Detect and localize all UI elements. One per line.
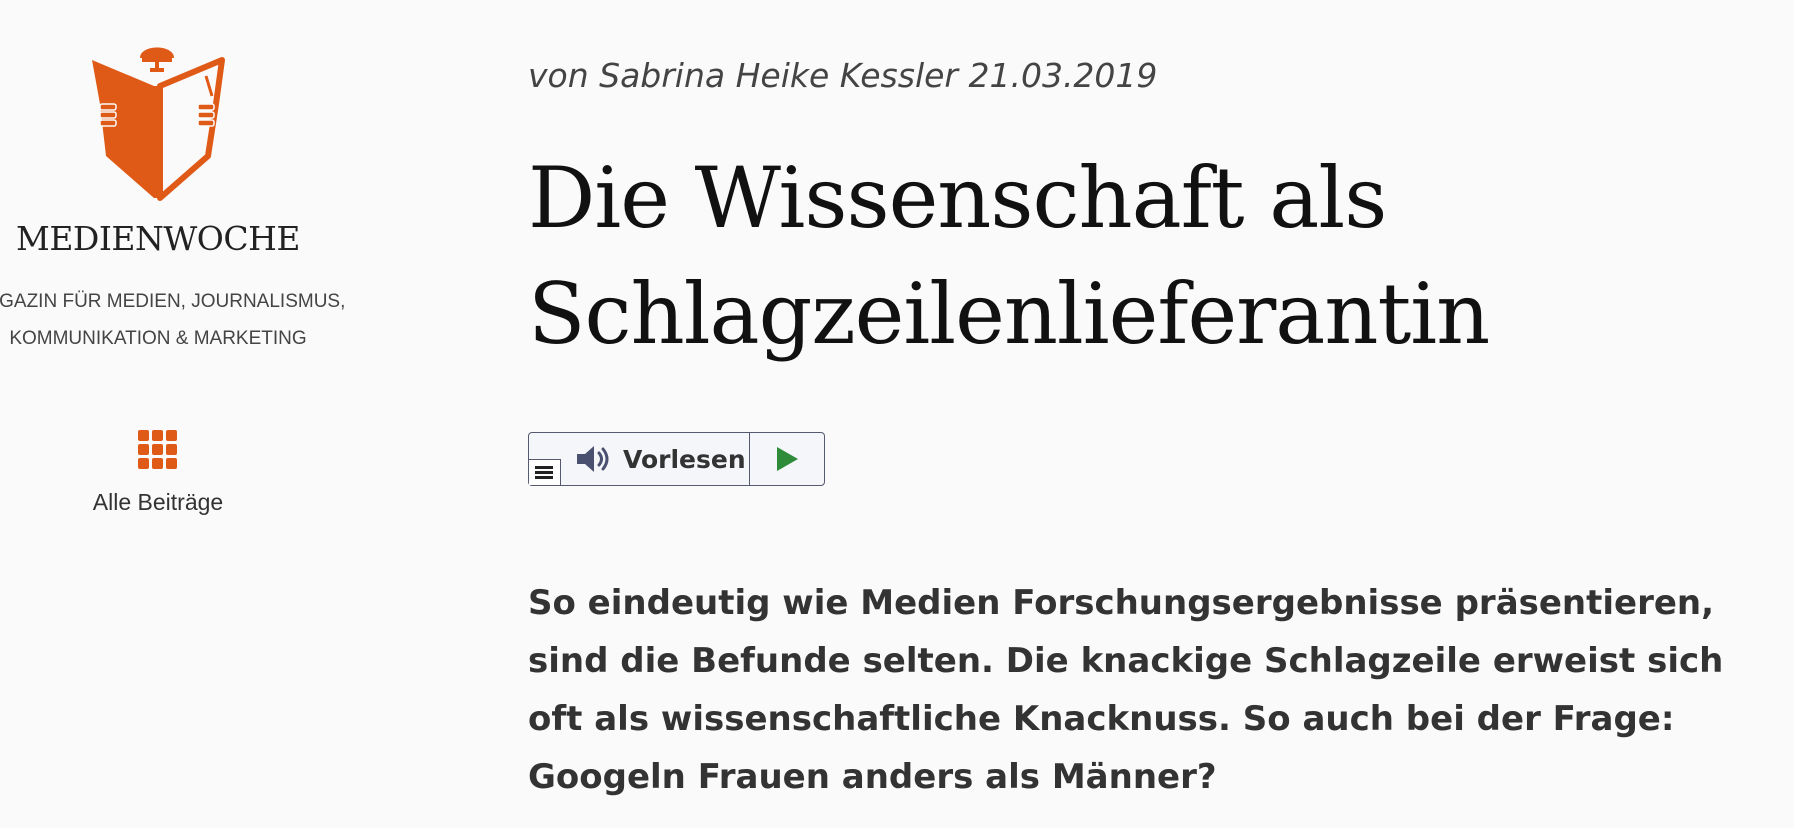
medienwoche-logo[interactable]	[88, 36, 226, 204]
brand-tagline: MAGAZIN FÜR MEDIEN, JOURNALISMUS, KOMMUN…	[0, 283, 346, 357]
all-posts-link[interactable]: Alle Beiträge	[0, 426, 316, 516]
readspeaker-player: Vorlesen	[528, 432, 825, 486]
read-aloud-label[interactable]: Vorlesen	[623, 445, 746, 474]
brand-name[interactable]: MEDIENWOCHE	[0, 219, 316, 258]
sidebar: MEDIENWOCHE MAGAZIN FÜR MEDIEN, JOURNALI…	[0, 0, 345, 828]
grid-icon[interactable]	[137, 430, 179, 471]
speaker-icon	[577, 446, 609, 472]
article-lead: So eindeutig wie Medien Forschungsergebn…	[528, 583, 1724, 797]
read-aloud-button[interactable]: Vorlesen	[529, 433, 750, 485]
menu-icon[interactable]	[529, 459, 561, 485]
tagline-line-1: MAGAZIN FÜR MEDIEN, JOURNALISMUS,	[0, 291, 346, 312]
play-button[interactable]	[750, 433, 824, 485]
article-byline: von Sabrina Heike Kessler 21.03.2019	[528, 56, 1158, 95]
play-icon[interactable]	[775, 446, 799, 472]
all-posts-label[interactable]: Alle Beiträge	[0, 489, 316, 516]
tagline-line-2: KOMMUNIKATION & MARKETING	[9, 328, 307, 349]
article-title: Die Wissenschaft als Schlagzeilenliefera…	[528, 149, 1490, 363]
